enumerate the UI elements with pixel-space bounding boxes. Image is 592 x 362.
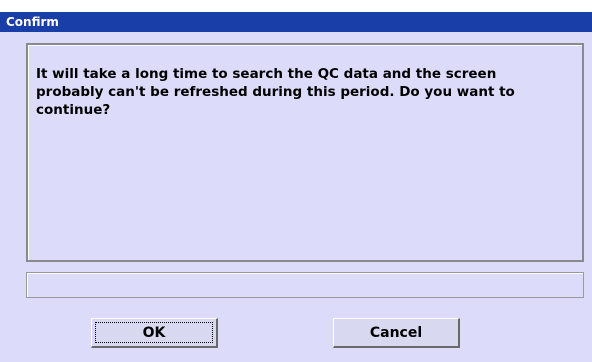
ok-button-label: OK	[142, 324, 166, 341]
confirm-dialog: Confirm It will take a long time to sear…	[0, 12, 592, 362]
dialog-title: Confirm	[6, 15, 59, 29]
dialog-titlebar[interactable]: Confirm	[0, 12, 592, 32]
ok-button[interactable]: OK	[91, 318, 218, 348]
background-window-strip	[0, 0, 592, 12]
message-panel: It will take a long time to search the Q…	[26, 43, 584, 262]
cancel-button-label: Cancel	[369, 324, 423, 341]
cancel-button[interactable]: Cancel	[333, 318, 460, 348]
message-text: It will take a long time to search the Q…	[36, 66, 515, 118]
status-field	[26, 272, 584, 298]
